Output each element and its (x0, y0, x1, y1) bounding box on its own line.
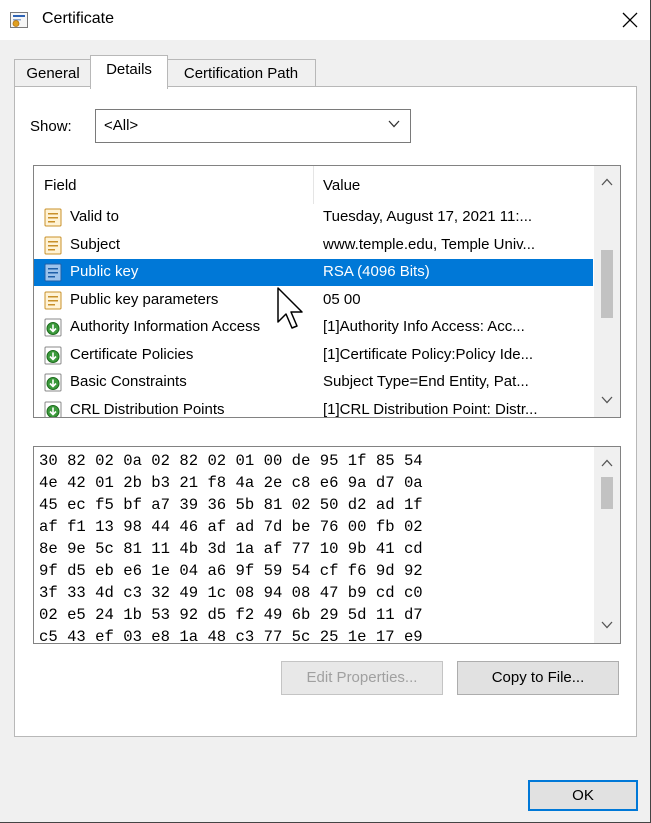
field-value: RSA (4096 Bits) (323, 263, 430, 280)
tab-certification-path[interactable]: Certification Path (166, 59, 316, 88)
hex-line: 45 ec f5 bf a7 39 36 5b 81 02 50 d2 ad 1… (39, 496, 423, 514)
hex-line: 3f 33 4d c3 32 49 1c 08 94 08 47 b9 cd c… (39, 584, 423, 602)
field-name: Certificate Policies (70, 345, 194, 363)
scroll-up-icon[interactable] (601, 459, 613, 467)
extension-icon (44, 373, 62, 392)
field-name: Basic Constraints (70, 373, 187, 390)
field-value: www.temple.edu, Temple Univ... (323, 235, 536, 253)
field-value: [1]CRL Distribution Point: Distr... (323, 400, 538, 418)
field-name: Valid to (70, 208, 119, 225)
column-divider[interactable] (313, 166, 314, 204)
certificate-field-icon (44, 291, 62, 310)
field-row[interactable]: Public key RSA (4096 Bits) (34, 259, 593, 286)
scroll-thumb[interactable] (601, 477, 613, 509)
field-row[interactable]: Public key parameters 05 00 (34, 287, 593, 314)
field-list: Field Value Valid to Tuesday, August 17, … (33, 165, 621, 418)
field-value: Tuesday, August 17, 2021 11:... (323, 208, 533, 225)
close-icon (622, 12, 638, 28)
field-name: Authority Information Access (70, 318, 261, 335)
hex-line: 30 82 02 0a 02 82 02 01 00 de 95 1f 85 5… (39, 452, 423, 470)
field-name: Subject (70, 235, 121, 253)
list-header: Field Value (34, 166, 593, 204)
field-row[interactable]: Basic Constraints Subject Type=End Entity… (34, 369, 593, 396)
mouse-cursor-icon (277, 287, 303, 329)
close-button[interactable] (612, 2, 648, 38)
field-row[interactable]: Valid to Tuesday, August 17, 2021 11:... (34, 204, 593, 231)
hex-line: 8e 9e 5c 81 11 4b 3d 1a af 77 10 9b 41 c… (39, 540, 423, 558)
field-list-scrollbar[interactable] (594, 166, 620, 417)
column-header-field[interactable]: Field (44, 177, 77, 194)
scroll-down-icon[interactable] (601, 621, 613, 629)
edit-properties-button[interactable]: Edit Properties... (281, 661, 443, 695)
hex-line: 4e 42 01 2b b3 21 f8 4a 2e c8 e6 9a d7 0… (39, 474, 423, 492)
certificate-dialog: Certificate General Details Certificatio… (0, 0, 651, 823)
ok-button[interactable]: OK (528, 780, 638, 811)
certificate-field-icon (44, 208, 62, 227)
show-label: Show: (30, 118, 72, 135)
field-row[interactable]: Authority Information Access [1]Authority… (34, 314, 593, 341)
hex-line: 02 e5 24 1b 53 92 d5 f2 49 6b 29 5d 11 d… (39, 606, 423, 624)
window-title: Certificate (42, 10, 115, 27)
scroll-down-icon[interactable] (601, 396, 613, 404)
field-value: [1]Authority Info Access: Acc... (323, 318, 525, 335)
tab-general[interactable]: General (14, 59, 92, 88)
certificate-field-icon (44, 236, 62, 255)
copy-to-file-button[interactable]: Copy to File... (457, 661, 619, 695)
hex-line: c5 43 ef 03 e8 1a 48 c3 77 5c 25 1e 17 e… (39, 628, 423, 644)
field-row[interactable]: CRL Distribution Points [1]CRL Distributi… (34, 397, 593, 418)
tab-details[interactable]: Details (90, 55, 168, 89)
value-hex-box[interactable]: 30 82 02 0a 02 82 02 01 00 de 95 1f 85 5… (33, 446, 621, 644)
scroll-thumb[interactable] (601, 250, 613, 318)
certificate-icon (10, 12, 28, 28)
field-value: Subject Type=End Entity, Pat... (323, 373, 529, 390)
field-value: 05 00 (323, 290, 361, 308)
field-row[interactable]: Subject www.temple.edu, Temple Univ... (34, 232, 593, 259)
field-name: Public key (70, 263, 139, 280)
column-header-value[interactable]: Value (323, 177, 360, 194)
title-bar: Certificate (0, 0, 650, 40)
details-panel: Show: <All> Field Value Valid to Tuesday,… (14, 86, 637, 737)
show-dropdown-value: <All> (104, 117, 139, 134)
show-dropdown[interactable]: <All> (95, 109, 411, 143)
hex-line: af f1 13 98 44 46 af ad 7d be 76 00 fb 0… (39, 518, 423, 536)
hex-line: 9f d5 eb e6 1e 04 a6 9f 59 54 cf f6 9d 9… (39, 562, 423, 580)
scroll-up-icon[interactable] (601, 178, 613, 186)
field-row[interactable]: Certificate Policies [1]Certificate Polic… (34, 342, 593, 369)
extension-icon (44, 346, 62, 365)
field-value: [1]Certificate Policy:Policy Ide... (323, 345, 534, 363)
chevron-down-icon (388, 120, 400, 128)
extension-icon (44, 318, 62, 337)
extension-icon (44, 401, 62, 417)
field-name: Public key parameters (70, 290, 219, 308)
field-name: CRL Distribution Points (70, 400, 225, 418)
certificate-field-icon (44, 263, 62, 282)
hex-scrollbar[interactable] (594, 447, 620, 643)
